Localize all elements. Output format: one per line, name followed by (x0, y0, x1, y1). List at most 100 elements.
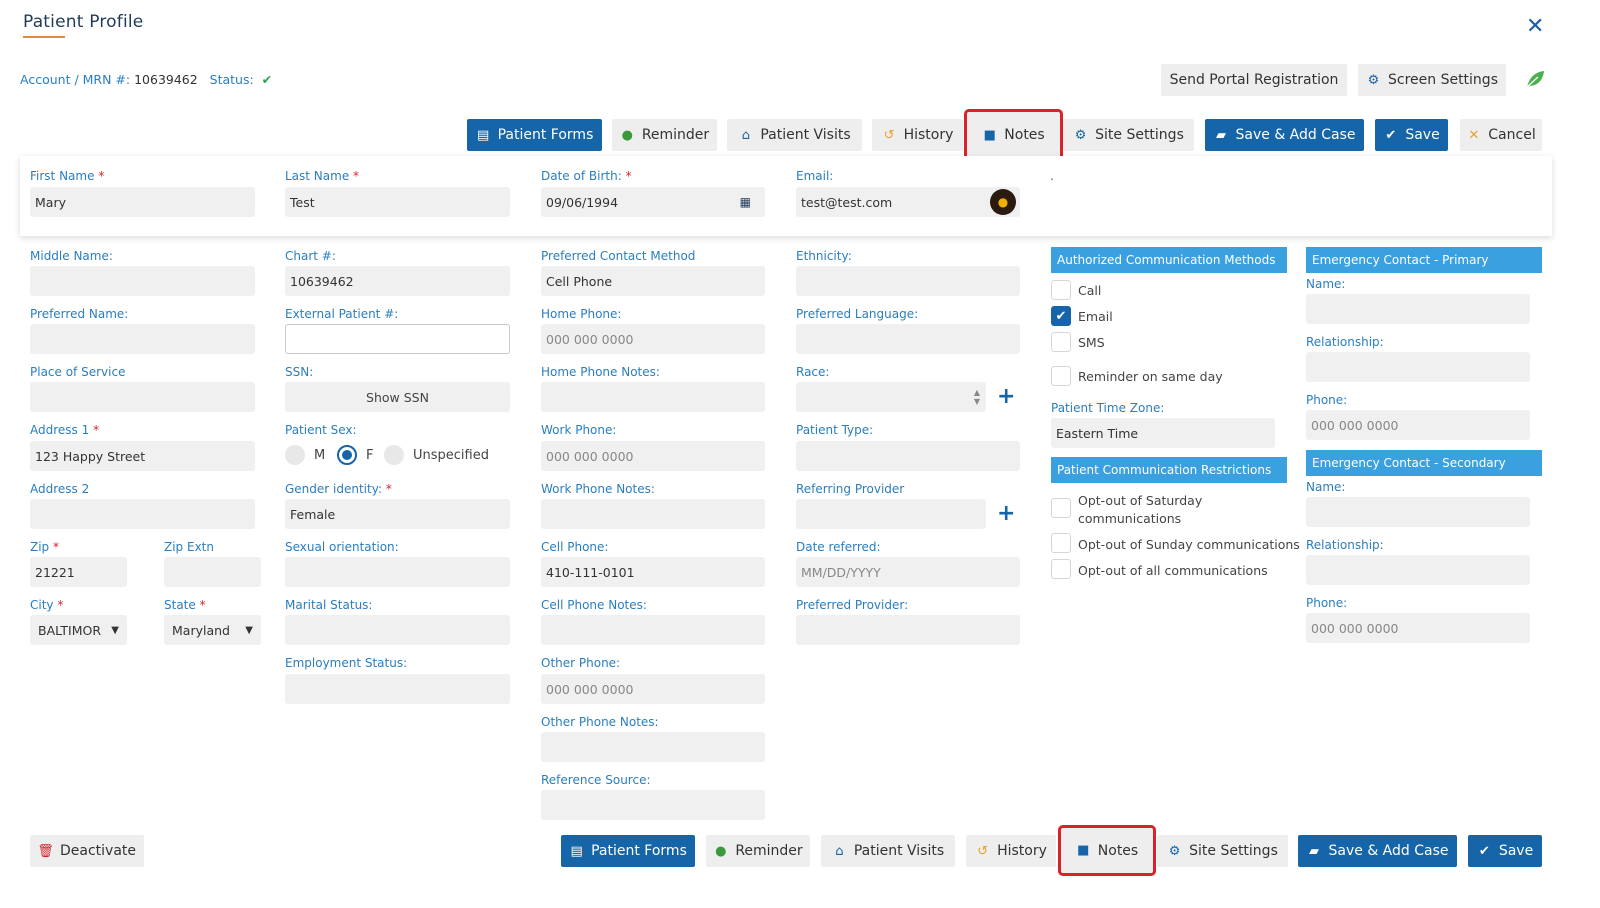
history-button-bottom[interactable]: ↺ History (966, 835, 1056, 867)
dob-input[interactable]: 09/06/1994 ▦ (541, 187, 765, 217)
notes-button[interactable]: ■ Notes (964, 109, 1063, 161)
first-name-input[interactable]: Mary (30, 187, 255, 217)
opt-saturday-label-1: Opt-out of Saturday (1078, 493, 1203, 508)
ec-secondary-phone-input[interactable]: 000 000 0000 (1306, 613, 1530, 643)
work-phone-notes-input[interactable] (541, 499, 765, 529)
preferred-provider-input[interactable] (796, 615, 1020, 645)
keyhole-icon[interactable]: ● (990, 189, 1016, 215)
city-select[interactable]: BALTIMOR ▼ (30, 615, 127, 645)
patient-visits-button[interactable]: ⌂ Patient Visits (727, 119, 862, 151)
save-button[interactable]: ✔ Save (1375, 119, 1448, 151)
middle-name-input[interactable] (30, 266, 255, 296)
add-race-plus-icon[interactable]: + (997, 384, 1015, 409)
city-value: BALTIMOR (38, 622, 102, 638)
save-add-case-button-bottom[interactable]: ▰ Save & Add Case (1298, 835, 1457, 867)
spinner-arrows-icon[interactable]: ▲ ▼ (974, 388, 980, 406)
preferred-language-input[interactable] (796, 324, 1020, 354)
other-phone-notes-input[interactable] (541, 732, 765, 762)
work-phone-input[interactable]: 000 000 0000 (541, 441, 765, 471)
external-patient-label: External Patient #: (285, 307, 399, 321)
site-settings-label: Site Settings (1189, 843, 1278, 859)
home-phone-notes-input[interactable] (541, 382, 765, 412)
external-patient-input[interactable] (285, 324, 510, 354)
employment-status-input[interactable] (285, 674, 510, 704)
sexual-orientation-input[interactable] (285, 557, 510, 587)
reference-source-input[interactable] (541, 790, 765, 820)
cell-phone-notes-input[interactable] (541, 615, 765, 645)
patient-type-input[interactable] (796, 441, 1020, 471)
date-referred-label: Date referred: (796, 540, 881, 554)
ethnicity-input[interactable] (796, 266, 1020, 296)
other-phone-notes-label: Other Phone Notes: (541, 715, 659, 729)
sex-unspecified-label: Unspecified (413, 448, 489, 463)
ec-primary-phone-input[interactable]: 000 000 0000 (1306, 410, 1530, 440)
cell-phone-input[interactable]: 410-111-0101 (541, 557, 765, 587)
save-button-bottom[interactable]: ✔ Save (1468, 835, 1542, 867)
save-add-case-button[interactable]: ▰ Save & Add Case (1205, 119, 1364, 151)
last-name-input[interactable]: Test (285, 187, 510, 217)
preferred-contact-input[interactable]: Cell Phone (541, 266, 765, 296)
email-checkbox[interactable]: ✔ (1051, 306, 1071, 326)
cancel-button[interactable]: ✕ Cancel (1460, 119, 1542, 151)
deactivate-label: Deactivate (59, 843, 136, 859)
place-of-service-input[interactable] (30, 382, 255, 412)
state-value: Maryland (172, 622, 230, 638)
address1-input[interactable]: 123 Happy Street (30, 441, 255, 471)
referring-provider-input[interactable] (796, 499, 986, 529)
gender-identity-input[interactable]: Female (285, 499, 510, 529)
cell-phone-notes-label: Cell Phone Notes: (541, 598, 647, 612)
history-button[interactable]: ↺ History (872, 119, 963, 151)
site-settings-button-bottom[interactable]: ⚙ Site Settings (1157, 835, 1288, 867)
opt-saturday-checkbox[interactable] (1051, 498, 1071, 518)
marital-status-input[interactable] (285, 615, 510, 645)
site-settings-button[interactable]: ⚙ Site Settings (1063, 119, 1194, 151)
zip-extn-input[interactable] (164, 557, 261, 587)
email-input[interactable]: test@test.com ● (796, 187, 1020, 217)
screen-settings-button[interactable]: ⚙ Screen Settings (1358, 64, 1506, 96)
call-checkbox[interactable] (1051, 280, 1071, 300)
preferred-name-input[interactable] (30, 324, 255, 354)
show-ssn-button[interactable]: Show SSN (285, 382, 510, 412)
email-label: Email: (796, 169, 834, 183)
sex-m-radio[interactable] (285, 445, 305, 465)
close-icon[interactable]: ✕ (1526, 14, 1544, 39)
patient-forms-button-bottom[interactable]: ▤ Patient Forms (561, 835, 695, 867)
time-zone-input[interactable]: Eastern Time (1051, 418, 1275, 448)
address2-input[interactable] (30, 499, 255, 529)
ec-secondary-relationship-input[interactable] (1306, 555, 1530, 585)
send-portal-registration-button[interactable]: Send Portal Registration (1161, 64, 1347, 96)
opt-saturday-label-2: communications (1078, 511, 1182, 526)
state-select[interactable]: Maryland ▼ (164, 615, 261, 645)
zip-input[interactable]: 21221 (30, 557, 127, 587)
patient-forms-button[interactable]: ▤ Patient Forms (467, 119, 602, 151)
cell-phone-label: Cell Phone: (541, 540, 609, 554)
opt-all-checkbox[interactable] (1051, 559, 1071, 579)
sex-unspecified-radio[interactable] (384, 445, 404, 465)
patient-visits-button-bottom[interactable]: ⌂ Patient Visits (821, 835, 955, 867)
mrn-value: 10639462 (134, 72, 198, 87)
reminder-button-bottom[interactable]: ● Reminder (706, 835, 810, 867)
chart-input[interactable]: 10639462 (285, 266, 510, 296)
sms-checkbox[interactable] (1051, 332, 1071, 352)
opt-sunday-checkbox[interactable] (1051, 533, 1071, 553)
reminder-button[interactable]: ● Reminder (612, 119, 717, 151)
home-phone-notes-label: Home Phone Notes: (541, 365, 660, 379)
sex-f-radio[interactable] (337, 445, 357, 465)
ec-primary-name-input[interactable] (1306, 294, 1530, 324)
race-select[interactable]: ▲ ▼ (796, 382, 986, 412)
reminder-same-day-checkbox[interactable] (1051, 366, 1071, 386)
ec-primary-phone-label: Phone: (1306, 393, 1348, 407)
calendar-icon[interactable]: ▦ (740, 195, 751, 209)
deactivate-button[interactable]: 🗑 Deactivate (30, 835, 144, 867)
other-phone-input[interactable]: 000 000 0000 (541, 674, 765, 704)
notes-button-bottom[interactable]: ■ Notes (1058, 825, 1156, 876)
ec-secondary-name-input[interactable] (1306, 497, 1530, 527)
home-phone-input[interactable]: 000 000 0000 (541, 324, 765, 354)
home-phone-label: Home Phone: (541, 307, 622, 321)
add-referring-provider-plus-icon[interactable]: + (997, 501, 1015, 526)
history-icon: ↺ (883, 127, 895, 143)
date-referred-input[interactable]: MM/DD/YYYY (796, 557, 1020, 587)
sex-f-label: F (366, 448, 374, 463)
ec-primary-relationship-input[interactable] (1306, 352, 1530, 382)
sex-m-label: M (314, 448, 326, 463)
